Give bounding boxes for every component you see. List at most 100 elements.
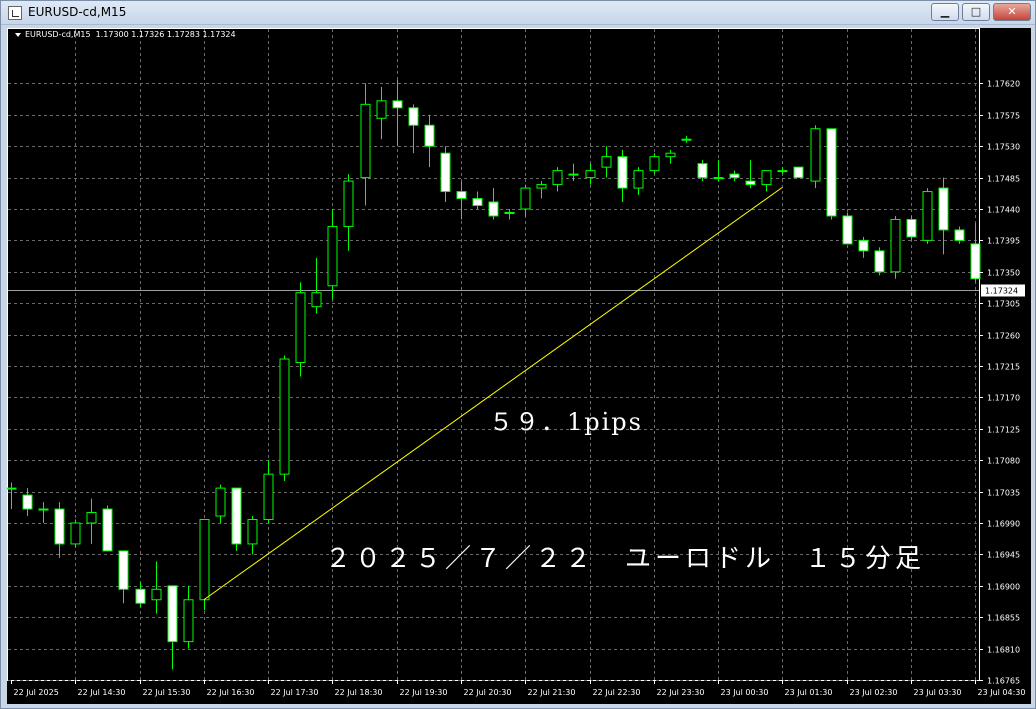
price-axis: 1.17620 1.17575 1.17530 1.17485 1.17440 1.173…: [979, 80, 1025, 686]
price-tick-label: 1.17260: [987, 332, 1020, 341]
bull-candle-body: [520, 187, 531, 210]
chart-header: EURUSD-cd,M15 1.17300 1.17326 1.17283 1.…: [15, 30, 236, 39]
close-button[interactable]: ✕: [993, 3, 1031, 21]
bear-candle-body: [954, 229, 965, 241]
time-tick-label: 23 Jul 02:30: [850, 688, 898, 697]
bull-candle-body: [7, 487, 17, 490]
candles: [7, 79, 981, 670]
bull-candle-body: [649, 156, 660, 172]
candle: [135, 582, 146, 607]
candlestick-chart[interactable]: 1.17620 1.17575 1.17530 1.17485 1.17440 1.173…: [7, 28, 1031, 704]
bear-candle-body: [456, 191, 467, 200]
candle: [472, 191, 483, 209]
candle: [826, 128, 837, 220]
maximize-button[interactable]: □: [962, 3, 990, 21]
candle: [681, 135, 692, 143]
price-tick-label: 1.17125: [987, 426, 1020, 435]
price-tick-label: 1.17620: [987, 80, 1020, 89]
price-tick-label: 1.17170: [987, 394, 1020, 403]
title-bar[interactable]: EURUSD-cd,M15 ▁ □ ✕: [1, 1, 1035, 25]
bear-candle-body: [874, 250, 885, 273]
time-tick-label: 22 Jul 16:30: [207, 688, 255, 697]
candle: [295, 282, 306, 377]
bull-candle-body: [665, 152, 676, 158]
candle: [890, 215, 901, 279]
bear-candle-body: [472, 198, 483, 207]
bear-candle-body: [54, 508, 65, 545]
bull-candle-body: [536, 184, 547, 189]
bull-candle-body: [585, 170, 596, 179]
candle: [327, 209, 338, 300]
bull-candle-body: [311, 292, 322, 308]
candle: [38, 502, 49, 523]
pips-annotation: ５９．1pips: [489, 408, 643, 436]
bull-candle-body: [922, 191, 933, 241]
price-tick-label: 1.17305: [987, 300, 1020, 309]
minimize-button[interactable]: ▁: [931, 3, 959, 21]
price-tick-label: 1.17350: [987, 269, 1020, 278]
candle: [504, 209, 515, 220]
candle: [874, 247, 885, 276]
chart-area[interactable]: 1.17620 1.17575 1.17530 1.17485 1.17440 1.173…: [7, 28, 1031, 704]
bull-candle-body: [343, 180, 354, 227]
grid: [7, 28, 980, 681]
time-tick-label: 23 Jul 00:30: [721, 688, 769, 697]
bull-candle-body: [183, 599, 194, 643]
bear-candle-body: [392, 100, 403, 109]
chart-symbol: EURUSD-cd,M15: [25, 30, 91, 39]
bull-candle-body: [890, 218, 901, 273]
bear-candle-body: [842, 215, 853, 245]
price-tick-label: 1.16810: [987, 646, 1020, 655]
bull-candle-body: [70, 522, 81, 545]
bull-candle-body: [504, 211, 515, 214]
time-tick-label: 22 Jul 20:30: [464, 688, 512, 697]
candle: [7, 482, 17, 510]
bull-candle-body: [633, 170, 644, 189]
time-tick-label: 22 Jul 2025: [14, 688, 59, 697]
bull-candle-body: [86, 512, 97, 524]
candle: [858, 236, 869, 258]
bull-candle-body: [327, 225, 338, 287]
dropdown-triangle-icon[interactable]: [15, 32, 21, 37]
candle: [536, 181, 547, 199]
candle: [568, 163, 579, 182]
bear-candle-body: [938, 187, 949, 231]
time-tick-label: 22 Jul 14:30: [78, 688, 126, 697]
candle: [842, 212, 853, 245]
candle: [938, 177, 949, 255]
candle: [456, 181, 467, 220]
candle: [360, 83, 371, 206]
bull-candle-body: [360, 103, 371, 179]
candle: [585, 163, 596, 185]
time-tick-label: 22 Jul 17:30: [271, 688, 319, 697]
bear-candle-body: [440, 152, 451, 193]
bull-candle-body: [215, 487, 226, 517]
time-tick-label: 22 Jul 18:30: [335, 688, 383, 697]
bear-candle-body: [970, 243, 981, 280]
bear-candle-body: [102, 508, 113, 552]
bear-candle-body: [488, 201, 499, 217]
candle: [70, 519, 81, 548]
price-tick-label: 1.17080: [987, 457, 1020, 466]
candle: [617, 149, 628, 203]
bear-candle-body: [729, 173, 740, 179]
candle: [231, 487, 242, 551]
candle: [745, 160, 756, 189]
bear-candle-body: [826, 128, 837, 217]
time-axis: 22 Jul 2025 22 Jul 14:30 22 Jul 15:30 22 Ju…: [11, 680, 1025, 697]
candle: [279, 355, 290, 482]
candle: [601, 146, 612, 178]
time-tick-label: 22 Jul 23:30: [657, 688, 705, 697]
bull-candle-body: [681, 138, 692, 141]
chart-title-annotation: ２０２５／７／２２ ユーロドル １５分足: [325, 544, 926, 574]
bear-candle-body: [167, 585, 178, 643]
candle: [729, 170, 740, 182]
bear-candle-body: [231, 487, 242, 545]
candle: [922, 188, 933, 244]
price-tick-label: 1.17530: [987, 143, 1020, 152]
candle: [777, 167, 788, 175]
candle: [343, 174, 354, 251]
candle: [263, 460, 274, 523]
bull-candle-body: [151, 588, 162, 601]
price-tick-label: 1.17395: [987, 237, 1020, 246]
